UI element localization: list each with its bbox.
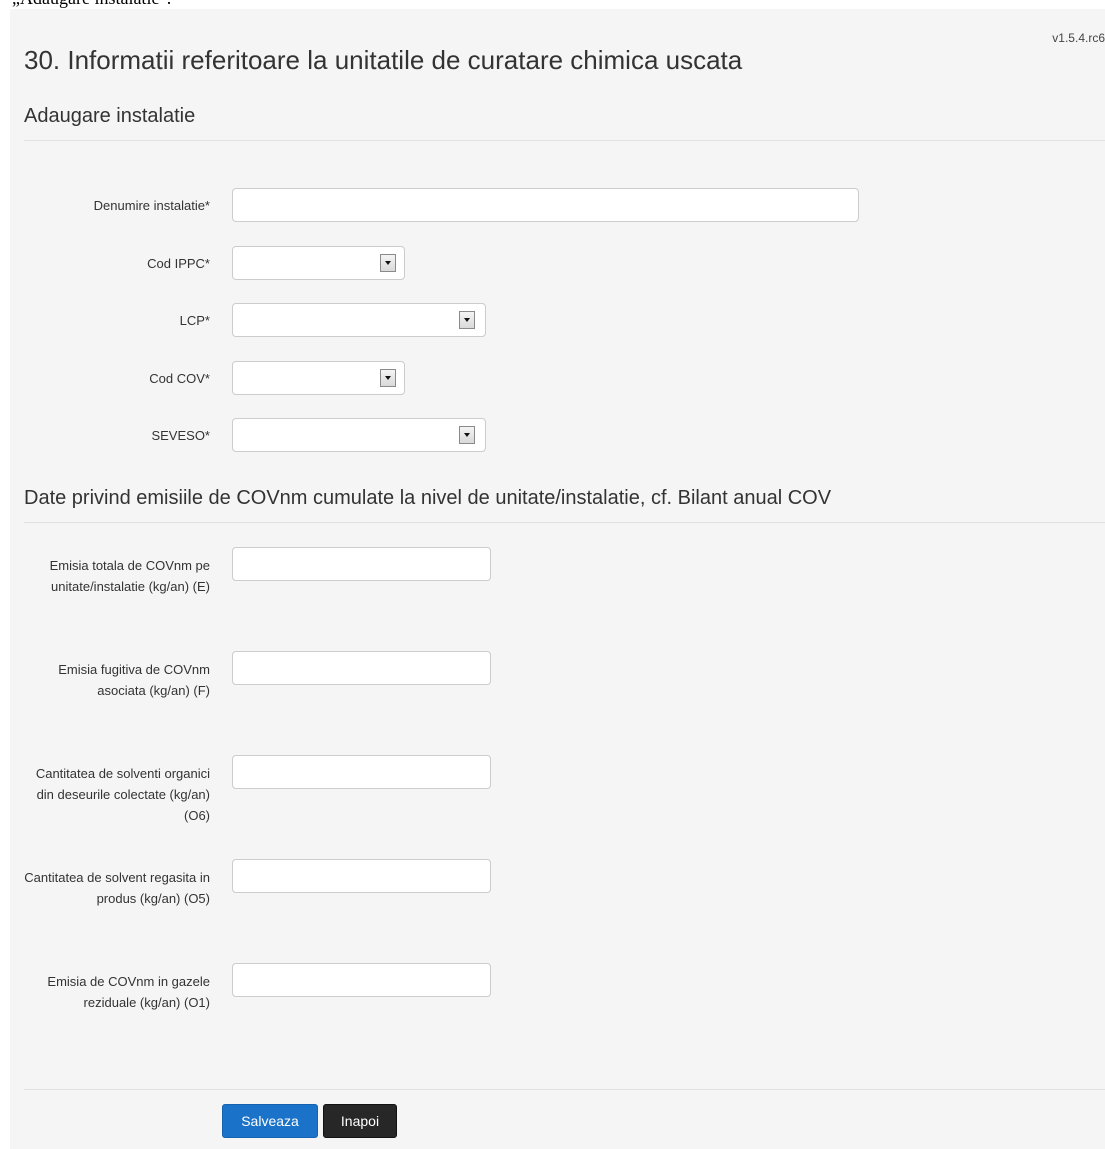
cod-ippc-select[interactable] bbox=[232, 246, 405, 280]
dropdown-arrow-icon[interactable] bbox=[380, 369, 396, 387]
cod-cov-label: Cod COV* bbox=[149, 371, 210, 386]
divider-install bbox=[24, 140, 1105, 141]
seveso-select[interactable] bbox=[232, 418, 486, 452]
solvent-produs-label: Cantitatea de solvent regasita in produs… bbox=[24, 870, 210, 906]
gaze-reziduale-label: Emisia de COVnm in gazele reziduale (kg/… bbox=[47, 974, 210, 1010]
divider-actions bbox=[24, 1089, 1105, 1090]
emisia-fugitiva-input[interactable] bbox=[232, 651, 491, 685]
seveso-label: SEVESO* bbox=[151, 428, 210, 443]
save-button[interactable]: Salveaza bbox=[222, 1104, 318, 1138]
denumire-input[interactable] bbox=[232, 188, 859, 222]
gaze-reziduale-input[interactable] bbox=[232, 963, 491, 997]
section-title-emissions: Date privind emisiile de COVnm cumulate … bbox=[24, 487, 832, 509]
divider-emissions bbox=[24, 522, 1105, 523]
page-title: 30. Informatii referitoare la unitatile … bbox=[24, 45, 743, 75]
cod-ippc-label: Cod IPPC* bbox=[147, 256, 210, 271]
solventi-deseuri-label: Cantitatea de solventi organici din dese… bbox=[35, 766, 210, 823]
emisia-totala-label: Emisia totala de COVnm pe unitate/instal… bbox=[49, 558, 210, 594]
form-panel: v1.5.4.rc6 30. Informatii referitoare la… bbox=[10, 9, 1105, 1149]
back-button[interactable]: Inapoi bbox=[323, 1104, 397, 1138]
section-title-install: Adaugare instalatie bbox=[24, 105, 196, 127]
denumire-label: Denumire instalatie* bbox=[93, 198, 210, 213]
solventi-deseuri-input[interactable] bbox=[232, 755, 491, 789]
emisia-totala-input[interactable] bbox=[232, 547, 491, 581]
version-label: v1.5.4.rc6 bbox=[1052, 31, 1105, 45]
dropdown-arrow-icon[interactable] bbox=[459, 311, 475, 329]
solvent-produs-input[interactable] bbox=[232, 859, 491, 893]
top-text-snippet: „Adaugare instalatie". bbox=[12, 0, 171, 8]
lcp-label: LCP* bbox=[179, 313, 210, 328]
dropdown-arrow-icon[interactable] bbox=[380, 254, 396, 272]
lcp-select[interactable] bbox=[232, 303, 486, 337]
dropdown-arrow-icon[interactable] bbox=[459, 426, 475, 444]
cod-cov-select[interactable] bbox=[232, 361, 405, 395]
emisia-fugitiva-label: Emisia fugitiva de COVnm asociata (kg/an… bbox=[58, 662, 210, 698]
